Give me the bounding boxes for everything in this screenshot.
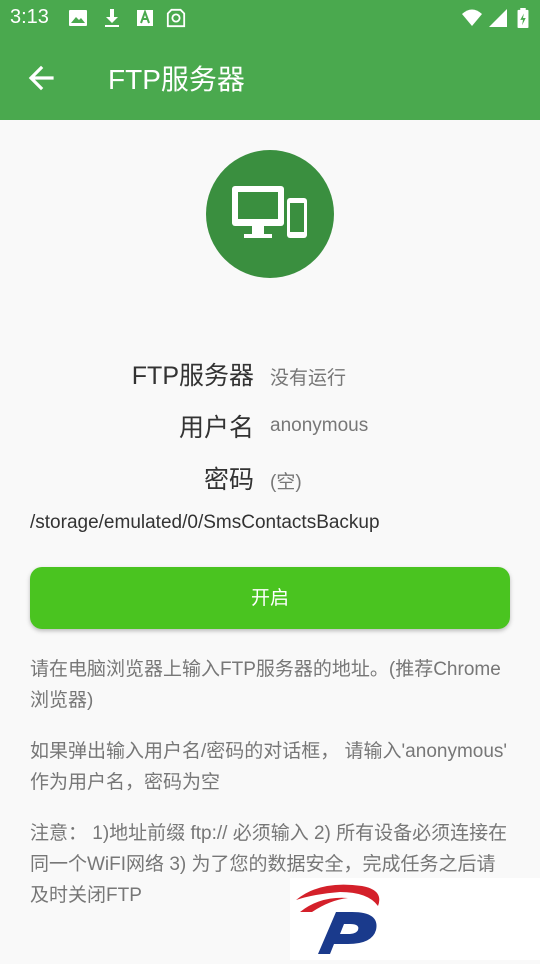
start-button[interactable]: 开启 — [30, 567, 510, 629]
watermark-logo — [290, 878, 540, 960]
status-bar: 3:13 — [0, 0, 540, 36]
username-label: 用户名 — [178, 414, 254, 442]
status-time: 3:13 — [10, 6, 49, 28]
instruction-text-1: 请在电脑浏览器上输入FTP服务器的地址。(推荐Chrome浏览器) — [30, 659, 501, 711]
wifi-icon — [462, 9, 482, 26]
ftp-server-label: FTP服务器 — [131, 362, 254, 390]
logo-icon — [296, 884, 380, 954]
image-icon — [69, 10, 87, 26]
devices-icon — [232, 186, 309, 240]
instruction-text-2: 如果弹出输入用户名/密码的对话框， 请输入'anonymous' 作为用户名，密… — [30, 741, 508, 793]
back-button[interactable] — [22, 56, 62, 100]
ftp-status-value: 没有运行 — [270, 368, 347, 389]
info-row-password: 密码 (空) — [0, 460, 540, 500]
signal-icon — [489, 9, 507, 27]
font-a-icon — [137, 9, 153, 26]
storage-path: /storage/emulated/0/SmsContactsBackup — [30, 512, 380, 533]
hero-circle — [206, 150, 334, 278]
download-icon — [105, 9, 119, 27]
username-value: anonymous — [270, 415, 369, 436]
info-row-username: 用户名 anonymous — [0, 408, 540, 448]
arrow-back-icon — [28, 65, 54, 91]
password-label: 密码 — [203, 466, 254, 494]
battery-icon — [517, 8, 529, 28]
app-bar: FTP服务器 — [0, 36, 540, 120]
page-title: FTP服务器 — [108, 64, 245, 95]
password-value: (空) — [270, 472, 302, 493]
sd-card-icon — [166, 8, 186, 28]
info-row-ftp-status: FTP服务器 没有运行 — [0, 356, 540, 396]
